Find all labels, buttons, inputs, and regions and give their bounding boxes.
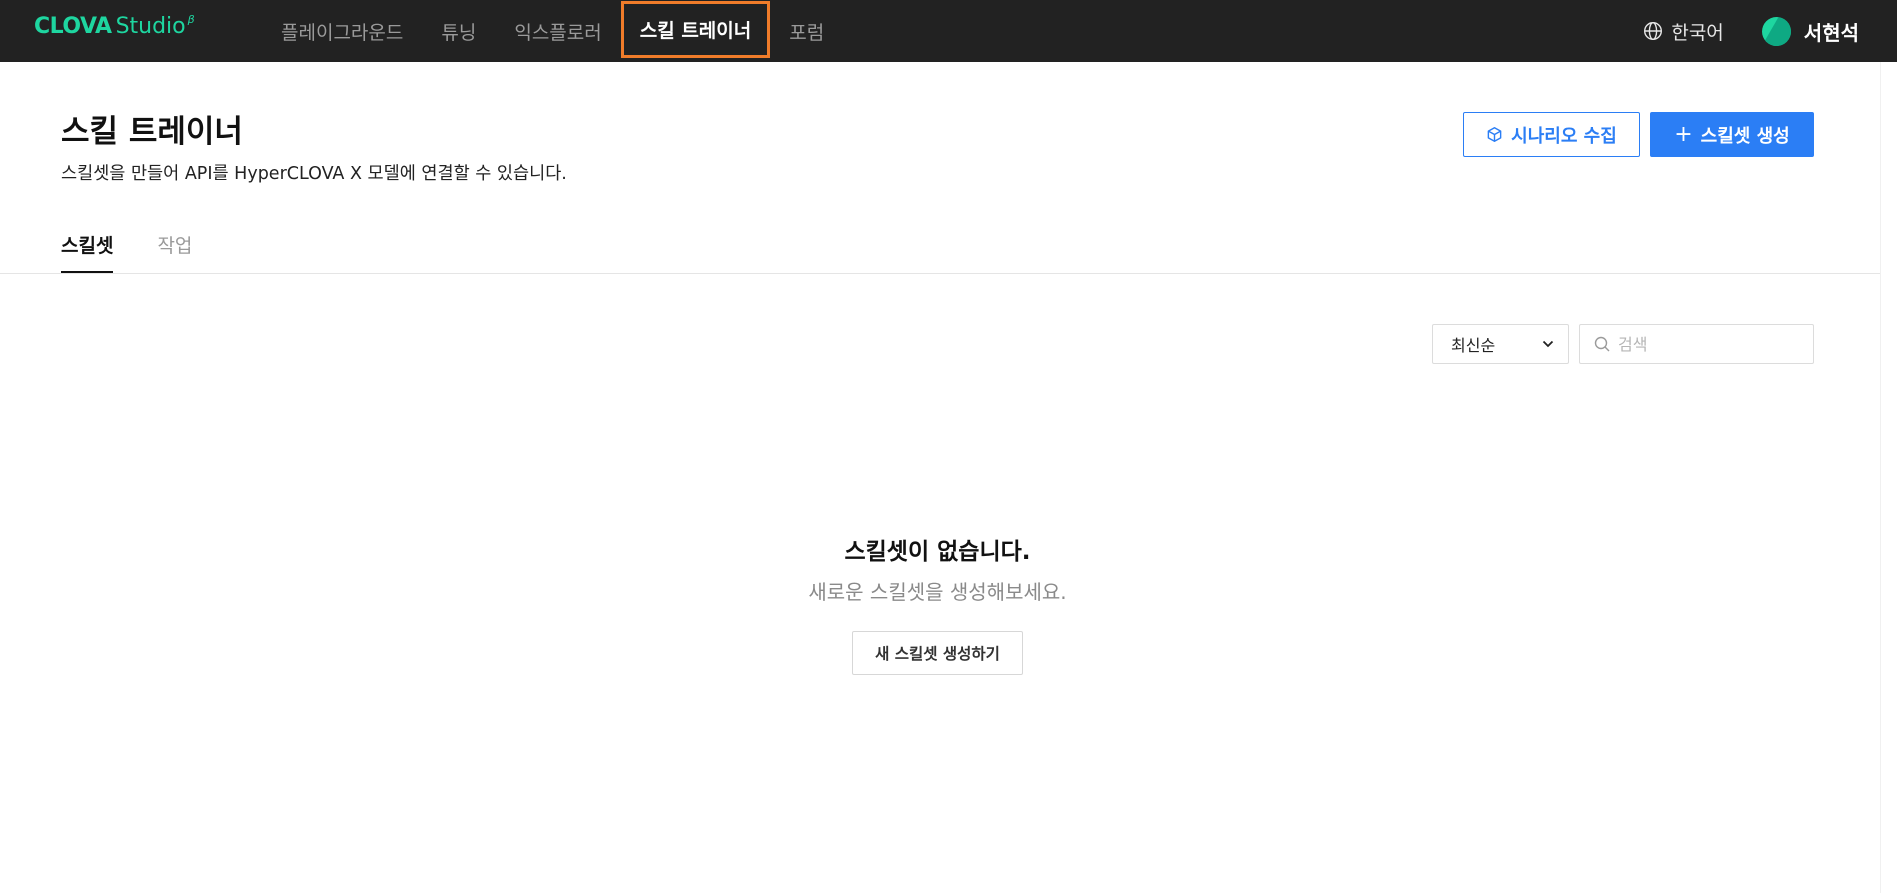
create-skillset-label: 스킬셋 생성 (1700, 125, 1790, 147)
nav-item-skill-trainer[interactable]: 스킬 트레이너 (620, 1, 771, 58)
sort-dropdown[interactable]: 최신순 (1432, 324, 1569, 364)
new-skillset-button[interactable]: 새 스킬셋 생성하기 (852, 631, 1023, 675)
empty-state-title: 스킬셋이 없습니다. (844, 539, 1031, 565)
page-title: 스킬 트레이너 (61, 114, 243, 150)
top-navigation: CLOVA Studio β 플레이그라운드 튜닝 익스플로러 스킬 트레이너 … (0, 0, 1897, 62)
globe-icon (1644, 21, 1663, 41)
tabs: 스킬셋 작업 (61, 226, 236, 274)
nav-right: 한국어 서현석 (1643, 0, 1859, 62)
empty-state-subtitle: 새로운 스킬셋을 생성해보세요. (808, 580, 1067, 604)
tab-skillset[interactable]: 스킬셋 (61, 226, 114, 274)
nav-item-explorer[interactable]: 익스플로러 (495, 0, 620, 62)
search-icon (1594, 336, 1610, 352)
cube-icon (1487, 126, 1502, 143)
logo-brand: CLOVA (34, 14, 112, 39)
avatar (1761, 16, 1791, 46)
tabs-divider (0, 273, 1880, 274)
language-label: 한국어 (1671, 21, 1724, 44)
plus-icon: + (1674, 121, 1693, 147)
main-menu: 플레이그라운드 튜닝 익스플로러 스킬 트레이너 포럼 (262, 0, 843, 62)
tab-tasks[interactable]: 작업 (157, 226, 192, 274)
collect-scenario-label: 시나리오 수집 (1511, 125, 1617, 147)
nav-item-forum[interactable]: 포럼 (770, 0, 843, 62)
language-selector[interactable]: 한국어 (1643, 18, 1724, 45)
chevron-down-icon (1542, 340, 1554, 348)
collect-scenario-button[interactable]: 시나리오 수집 (1463, 112, 1640, 157)
nav-item-tuning[interactable]: 튜닝 (422, 0, 495, 62)
sort-selected-label: 최신순 (1451, 336, 1496, 355)
nav-item-playground[interactable]: 플레이그라운드 (262, 0, 422, 62)
user-menu[interactable]: 서현석 (1761, 16, 1859, 46)
page-description: 스킬셋을 만들어 API를 HyperCLOVA X 모델에 연결할 수 있습니… (61, 164, 567, 184)
new-skillset-label: 새 스킬셋 생성하기 (875, 645, 1000, 663)
user-name: 서현석 (1803, 20, 1859, 45)
clova-studio-logo[interactable]: CLOVA Studio β (34, 13, 195, 40)
page-scrollbar[interactable] (1880, 62, 1897, 893)
search-box (1579, 324, 1814, 364)
logo-beta-badge: β (187, 13, 195, 26)
search-input[interactable] (1618, 334, 1798, 354)
logo-product: Studio (115, 14, 186, 39)
create-skillset-button[interactable]: + 스킬셋 생성 (1650, 112, 1814, 157)
